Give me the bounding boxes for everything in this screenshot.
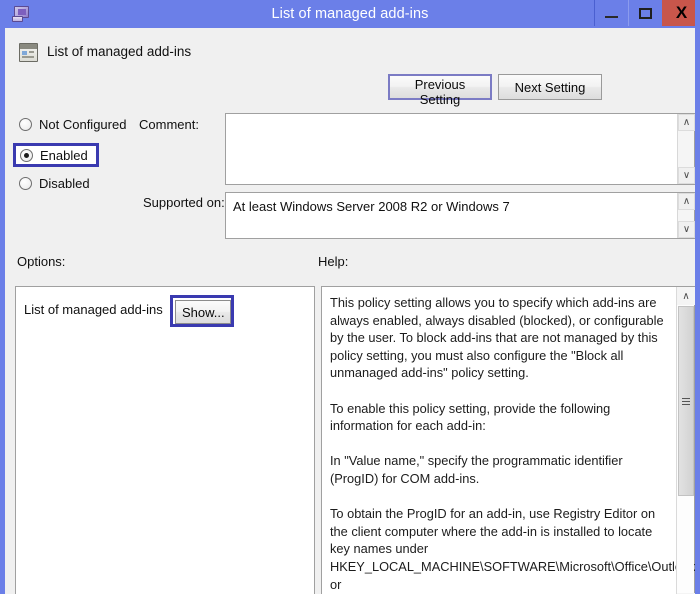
radio-enabled-label: Enabled [40,147,88,163]
help-scroll-thumb[interactable] [678,306,694,496]
setting-header: List of managed add-ins [5,28,695,78]
radio-enabled[interactable]: Enabled [13,143,99,167]
radio-not-configured[interactable]: Not Configured [19,117,126,132]
supported-on-value: At least Windows Server 2008 R2 or Windo… [233,199,510,214]
maximize-icon [639,7,652,19]
page-title: List of managed add-ins [47,44,192,59]
comment-scroll-up-icon[interactable]: ∧ [678,114,695,131]
title-bar[interactable]: List of managed add-ins X [5,0,695,28]
minimize-button[interactable] [594,0,628,26]
options-panel: List of managed add-ins Show... [15,286,315,594]
help-text: This policy setting allows you to specif… [330,295,700,592]
close-button[interactable]: X [662,0,695,26]
help-scroll-up-icon[interactable]: ∧ [677,287,695,305]
show-button[interactable]: Show... [175,300,231,324]
help-panel: This policy setting allows you to specif… [321,286,695,594]
policy-setting-window: List of managed add-ins X List of manage… [0,0,700,594]
previous-setting-button[interactable]: Previous Setting [388,74,492,107]
gpedit-policy-icon [12,5,30,22]
supported-on-label: Supported on: [143,195,225,210]
supported-scroll-up-icon[interactable]: ∧ [678,193,695,210]
radio-disabled-label: Disabled [39,176,90,191]
help-scrollbar[interactable]: ∧ ∨ [676,287,695,594]
options-label: Options: [17,254,66,269]
window-controls: X [594,0,695,26]
supported-on-scrollbar[interactable]: ∧ ∨ [677,193,695,238]
supported-on-field: At least Windows Server 2008 R2 or Windo… [225,192,695,239]
comment-field[interactable]: ∧ ∨ [225,113,695,185]
radio-not-configured-label: Not Configured [39,117,127,132]
comment-scroll-down-icon[interactable]: ∨ [678,167,695,184]
options-item-label: List of managed add-ins [24,302,163,317]
minimize-icon [605,16,618,18]
next-setting-button[interactable]: Next Setting [498,74,602,100]
radio-not-configured-icon [19,118,32,131]
comment-label: Comment: [139,117,199,132]
radio-disabled-icon [19,177,32,190]
scroll-grip-icon [682,397,690,405]
radio-enabled-icon [20,148,33,162]
radio-disabled[interactable]: Disabled [19,176,90,191]
help-label: Help: [318,254,349,269]
supported-scroll-down-icon[interactable]: ∨ [678,221,695,238]
comment-scrollbar[interactable]: ∧ ∨ [677,114,695,184]
show-button-focus-ring: Show... [170,295,234,327]
client-area: List of managed add-ins Previous Setting… [5,28,695,594]
policy-setting-icon [19,43,38,62]
maximize-button[interactable] [628,0,662,26]
